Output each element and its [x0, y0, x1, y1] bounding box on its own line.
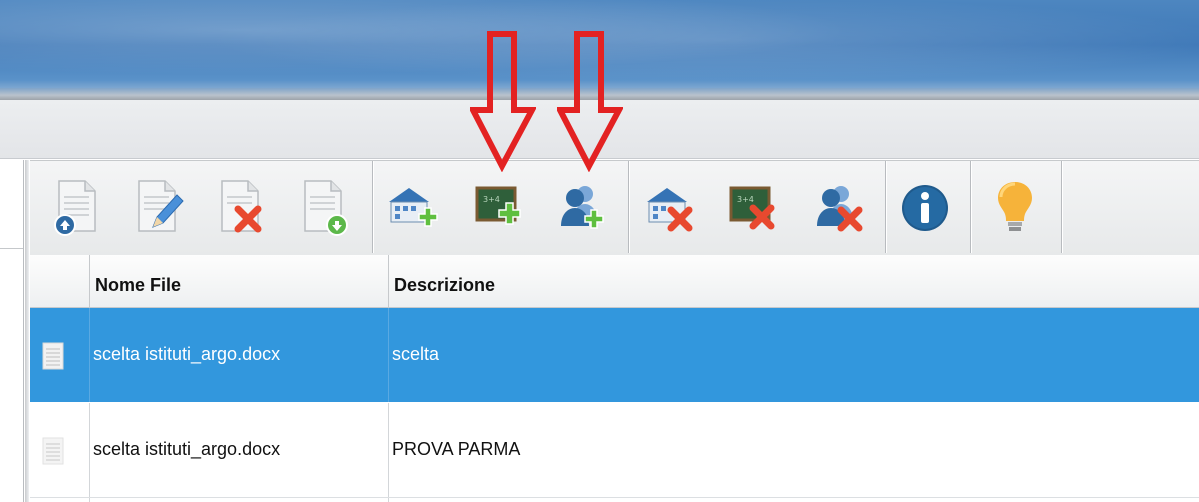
download-document-button[interactable]: [296, 175, 354, 241]
table-row[interactable]: scelta istituti_argo.docx scelta: [30, 308, 1199, 402]
school-remove-icon: [647, 188, 693, 232]
tips-button[interactable]: [986, 175, 1044, 241]
lightbulb-icon: [998, 182, 1032, 231]
table-row[interactable]: scelta istituti_argo.docx PROVA PARMA: [30, 403, 1199, 498]
header-icon-column: [30, 255, 90, 307]
edit-document-button[interactable]: [130, 175, 188, 241]
document-edit-icon: [138, 180, 184, 232]
users-remove-icon: [817, 186, 863, 232]
annotation-arrow-users: [557, 31, 623, 172]
cell-description: PROVA PARMA: [389, 403, 1199, 497]
row-icon-cell: [30, 308, 90, 402]
row-icon-cell: [30, 403, 90, 497]
toolbar: 3+4 3+4: [30, 160, 1199, 256]
files-table: Nome File Descrizione scelta istituti_ar…: [30, 255, 1199, 502]
delete-document-button[interactable]: [213, 175, 271, 241]
document-icon: [42, 437, 64, 465]
remove-users-button[interactable]: [810, 175, 868, 241]
column-header-label: Descrizione: [394, 275, 496, 295]
upload-document-button[interactable]: [48, 175, 106, 241]
cell-description: [389, 498, 1199, 502]
document-upload-icon: [54, 180, 96, 236]
row-icon-cell: [30, 498, 90, 502]
document-download-icon: [304, 180, 348, 236]
remove-school-button[interactable]: [640, 175, 698, 241]
file-name-text: scelta istituti_argo.docx: [93, 344, 281, 364]
users-add-icon: [561, 186, 604, 229]
classroom-remove-icon: 3+4: [729, 186, 775, 230]
description-text: PROVA PARMA: [392, 439, 521, 459]
cell-file-name: [90, 498, 389, 502]
document-icon: [42, 342, 64, 370]
add-users-button[interactable]: [554, 175, 612, 241]
school-add-icon: [389, 188, 438, 227]
file-name-text: scelta istituti_argo.docx: [93, 439, 281, 459]
cell-file-name: scelta istituti_argo.docx: [90, 403, 389, 497]
column-header-label: Nome File: [95, 275, 182, 295]
panel-splitter[interactable]: [25, 160, 29, 502]
description-text: scelta: [392, 344, 440, 364]
classroom-add-icon: 3+4: [475, 186, 521, 225]
document-delete-icon: [221, 180, 262, 233]
column-header-file-name[interactable]: Nome File: [90, 255, 389, 307]
left-panel-header: [0, 160, 23, 249]
remove-classroom-button[interactable]: 3+4: [724, 175, 782, 241]
table-row-empty: [30, 498, 1199, 502]
info-button[interactable]: [896, 175, 954, 241]
column-header-description[interactable]: Descrizione: [389, 255, 1199, 307]
svg-text:3+4: 3+4: [483, 195, 500, 204]
add-classroom-button[interactable]: 3+4: [470, 175, 528, 241]
annotation-arrow-classroom: [470, 31, 536, 172]
cell-description: scelta: [389, 308, 1199, 402]
svg-text:3+4: 3+4: [737, 195, 754, 204]
table-header: Nome File Descrizione: [30, 255, 1199, 308]
cell-file-name: scelta istituti_argo.docx: [90, 308, 389, 402]
add-school-button[interactable]: [382, 175, 440, 241]
info-icon: [902, 185, 948, 231]
